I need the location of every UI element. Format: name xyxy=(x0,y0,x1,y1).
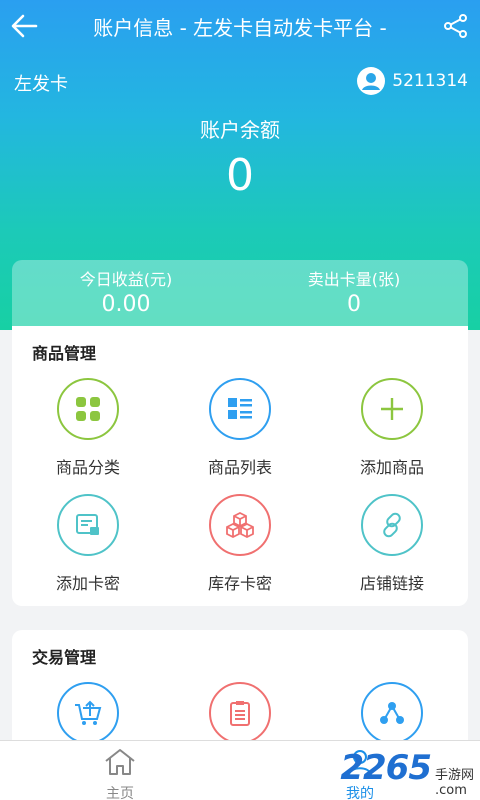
stat-label: 卖出卡量(张) xyxy=(307,270,401,289)
goods-list-button[interactable]: 商品列表 xyxy=(164,378,316,478)
page-title: 账户信息 - 左发卡自动发卡平台 - xyxy=(93,15,387,40)
tab-home[interactable]: 主页 xyxy=(0,741,240,800)
goods-category-button[interactable]: 商品分类 xyxy=(12,378,164,478)
stat-value: 0.00 xyxy=(101,292,151,317)
add-card-key-button[interactable]: 添加卡密 xyxy=(12,494,164,594)
icon-circle xyxy=(361,682,423,744)
stat-today-income: 今日收益(元) 0.00 xyxy=(12,260,240,330)
icon-circle xyxy=(361,378,423,440)
home-icon xyxy=(105,749,135,775)
user-id: 5211314 xyxy=(392,71,468,91)
grid-item-label: 添加商品 xyxy=(359,458,424,477)
icon-circle xyxy=(361,494,423,556)
watermark-suffix: 手游网 xyxy=(434,768,474,783)
grid-item-label: 店铺链接 xyxy=(359,574,424,593)
grid-item-label: 商品分类 xyxy=(55,458,120,477)
grid-icon xyxy=(76,397,100,421)
icon-circle xyxy=(209,682,271,744)
grid-item-label: 库存卡密 xyxy=(207,574,272,593)
watermark-logo: 2265 手游网 .com xyxy=(340,748,474,798)
section-title: 商品管理 xyxy=(32,344,97,363)
stats-panel: 今日收益(元) 0.00 卖出卡量(张) 0 xyxy=(12,260,468,330)
icon-circle xyxy=(209,378,271,440)
trade-item-3-button[interactable] xyxy=(316,682,468,744)
share-icon xyxy=(444,14,467,38)
balance-label: 账户余额 xyxy=(200,118,280,142)
grid-item-label: 添加卡密 xyxy=(55,574,120,593)
section-title: 交易管理 xyxy=(32,648,97,667)
trade-item-1-button[interactable] xyxy=(12,682,164,744)
boxes-icon xyxy=(226,511,254,539)
share-button[interactable] xyxy=(432,0,480,52)
stat-value: 0 xyxy=(347,292,361,317)
trade-item-2-button[interactable] xyxy=(164,682,316,744)
user-info[interactable]: 5211314 xyxy=(356,66,468,96)
icon-circle xyxy=(209,494,271,556)
link-icon xyxy=(383,512,401,538)
stat-cards-sold: 卖出卡量(张) 0 xyxy=(240,260,468,330)
network-icon xyxy=(380,702,404,724)
tab-label: 主页 xyxy=(106,786,134,800)
plus-icon xyxy=(381,398,403,420)
back-arrow-icon xyxy=(11,14,38,38)
grid-item-label: 商品列表 xyxy=(207,458,272,477)
brand-name: 左发卡 xyxy=(14,74,68,95)
goods-management-card: 商品管理 商品分类 商品列表 添加商品 添加卡密 库存卡密 店铺链接 xyxy=(12,326,468,606)
card-key-icon xyxy=(76,514,99,535)
shop-link-button[interactable]: 店铺链接 xyxy=(316,494,468,594)
add-goods-button[interactable]: 添加商品 xyxy=(316,378,468,478)
icon-circle xyxy=(57,378,119,440)
cart-upload-icon xyxy=(75,700,102,725)
list-icon xyxy=(228,398,252,419)
user-avatar-icon xyxy=(357,67,386,95)
watermark-number: 2265 xyxy=(340,748,432,788)
watermark-url: .com xyxy=(434,783,467,798)
icon-circle xyxy=(57,682,119,744)
clipboard-icon xyxy=(230,701,250,726)
back-button[interactable] xyxy=(0,0,48,52)
icon-circle xyxy=(57,494,119,556)
top-bar: 账户信息 - 左发卡自动发卡平台 - xyxy=(0,0,480,52)
stat-label: 今日收益(元) xyxy=(79,270,173,289)
watermark-text: 手游网 .com xyxy=(435,764,474,798)
stock-card-key-button[interactable]: 库存卡密 xyxy=(164,494,316,594)
balance-value: 0 xyxy=(226,150,254,201)
